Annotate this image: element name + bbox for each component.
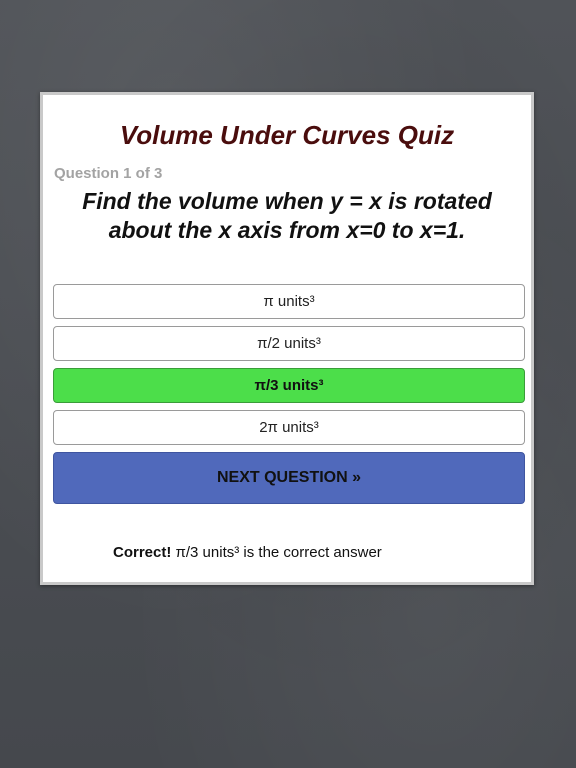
question-text: Find the volume when y = x is rotated ab…	[53, 187, 521, 245]
answer-option-4[interactable]: 2π units³	[53, 410, 525, 445]
answer-list: π units³ π/2 units³ π/3 units³ 2π units³	[53, 284, 525, 452]
answer-option-2[interactable]: π/2 units³	[53, 326, 525, 361]
next-question-button[interactable]: NEXT QUESTION »	[53, 452, 525, 504]
answer-feedback: Correct! π/3 units³ is the correct answe…	[113, 544, 382, 561]
answer-option-3-correct[interactable]: π/3 units³	[53, 368, 525, 403]
quiz-card: Volume Under Curves Quiz Question 1 of 3…	[40, 92, 534, 585]
feedback-status: Correct!	[113, 544, 172, 561]
feedback-message: π/3 units³ is the correct answer	[171, 544, 382, 561]
quiz-title: Volume Under Curves Quiz	[119, 120, 455, 150]
answer-option-1[interactable]: π units³	[53, 284, 525, 319]
question-counter: Question 1 of 3	[54, 165, 163, 182]
question-line-1: Find the volume when y = x is rotated	[82, 188, 492, 214]
question-line-2: about the x axis from x=0 to x=1.	[108, 217, 466, 243]
